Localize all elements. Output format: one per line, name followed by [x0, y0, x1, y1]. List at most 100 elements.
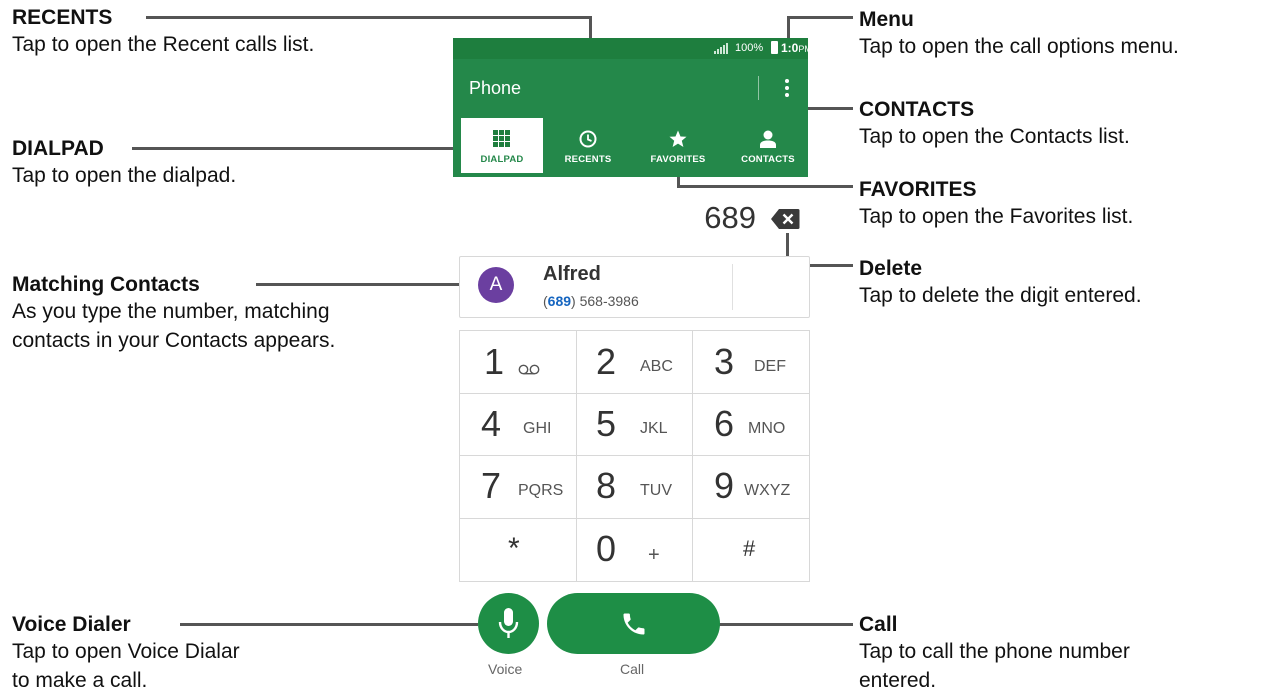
- contact-name: Alfred: [543, 263, 601, 285]
- app-bar: Phone: [453, 59, 808, 118]
- callout-call: Call Tap to call the phone number entere…: [859, 613, 1130, 695]
- tab-label: RECENTS: [564, 154, 612, 165]
- key-8[interactable]: 8 TUV: [576, 455, 692, 517]
- key-digit: 9: [714, 465, 735, 506]
- number-rest: ) 568-3986: [571, 293, 639, 309]
- app-title: Phone: [469, 78, 522, 98]
- callout-recents: RECENTS Tap to open the Recent calls lis…: [12, 6, 314, 59]
- callout-description: Tap to open the Recent calls list.: [12, 33, 315, 56]
- clock-time: 1:0: [781, 41, 799, 55]
- phone-icon: [623, 613, 645, 635]
- tab-contacts[interactable]: CONTACTS: [723, 118, 813, 177]
- callout-description: Tap to open the Favorites list.: [859, 205, 1134, 228]
- key-digit: 3: [714, 341, 735, 382]
- callout-title: FAVORITES: [859, 178, 977, 201]
- clock-ampm: PM: [798, 44, 812, 54]
- key-letters: TUV: [640, 482, 672, 499]
- matching-contact-card[interactable]: A Alfred (689) 568-3986: [459, 256, 810, 318]
- tab-favorites[interactable]: FAVORITES: [633, 118, 723, 177]
- callout-contacts: CONTACTS Tap to open the Contacts list.: [859, 98, 1130, 151]
- clock-icon: [579, 130, 597, 148]
- key-digit: 7: [481, 465, 502, 506]
- number-match-highlight: 689: [547, 293, 572, 309]
- key-digit: 5: [596, 403, 617, 444]
- status-bar: 100% 1:0PM: [453, 38, 812, 59]
- key-9[interactable]: 9 WXYZ: [692, 455, 808, 517]
- callout-title: Menu: [859, 8, 914, 31]
- callout-description: As you type the number, matching: [12, 300, 330, 323]
- tab-label: CONTACTS: [741, 154, 795, 165]
- callout-description: to make a call.: [12, 669, 148, 692]
- key-3[interactable]: 3 DEF: [692, 331, 808, 393]
- dialpad-grid-icon: [493, 130, 510, 147]
- key-letters: JKL: [640, 420, 668, 437]
- more-vertical-icon: [785, 86, 789, 90]
- leader-line-favorites: [677, 185, 853, 188]
- tab-label: FAVORITES: [650, 154, 706, 165]
- key-pound[interactable]: #: [692, 518, 808, 580]
- key-digit: 1: [484, 341, 505, 382]
- callout-description: Tap to open the Contacts list.: [859, 125, 1130, 148]
- key-4[interactable]: 4 GHI: [460, 393, 576, 455]
- key-letters: PQRS: [518, 482, 564, 499]
- voice-dialer-button[interactable]: [478, 593, 539, 654]
- leader-line-menu: [787, 16, 853, 19]
- key-digit: *: [508, 532, 520, 565]
- key-2[interactable]: 2 ABC: [576, 331, 692, 393]
- voice-button-caption: Voice: [488, 661, 523, 677]
- key-digit: #: [743, 536, 756, 561]
- battery-level: 100%: [735, 42, 764, 54]
- key-7[interactable]: 7 PQRS: [460, 455, 576, 517]
- key-5[interactable]: 5 JKL: [576, 393, 692, 455]
- leader-line-matching: [256, 283, 460, 286]
- battery-icon: [771, 41, 778, 54]
- tab-dialpad[interactable]: DIALPAD: [457, 118, 547, 177]
- callout-favorites: FAVORITES Tap to open the Favorites list…: [859, 178, 1133, 231]
- leader-line-recents: [146, 16, 591, 19]
- more-vertical-icon: [785, 93, 789, 97]
- key-letters: +: [648, 544, 660, 566]
- callout-description: entered.: [859, 669, 937, 692]
- callout-description: Tap to open the call options menu.: [859, 35, 1179, 58]
- callout-description: Tap to delete the digit entered.: [859, 284, 1142, 307]
- contact-number: (689) 568-3986: [543, 293, 639, 309]
- microphone-icon: [498, 608, 519, 638]
- menu-button[interactable]: [779, 78, 795, 100]
- tab-label: DIALPAD: [480, 154, 524, 165]
- callout-description: Tap to open Voice Dialar: [12, 640, 240, 663]
- backspace-icon[interactable]: [770, 208, 800, 230]
- callout-title: Call: [859, 613, 898, 636]
- key-digit: 6: [714, 403, 735, 444]
- more-vertical-icon: [785, 79, 789, 83]
- key-digit: 0: [596, 528, 617, 569]
- keypad: 1 2 ABC 3 DEF 4 GHI 5 JKL 6 MNO 7 PQRS 8…: [459, 330, 810, 582]
- key-digit: 4: [481, 403, 502, 444]
- voicemail-icon: [518, 364, 540, 375]
- call-button[interactable]: [547, 593, 720, 654]
- key-letters: MNO: [748, 420, 786, 437]
- key-letters: GHI: [523, 420, 552, 437]
- call-button-caption: Call: [620, 661, 645, 677]
- key-6[interactable]: 6 MNO: [692, 393, 808, 455]
- key-star[interactable]: *: [460, 518, 576, 580]
- avatar: A: [478, 267, 514, 303]
- callout-menu: Menu Tap to open the call options menu.: [859, 8, 1179, 61]
- leader-line-voice: [180, 623, 478, 626]
- callout-description: contacts in your Contacts appears.: [12, 329, 336, 352]
- key-digit: 8: [596, 465, 617, 506]
- key-1[interactable]: 1: [460, 331, 576, 393]
- tab-recents[interactable]: RECENTS: [543, 118, 633, 177]
- callout-description: Tap to call the phone number: [859, 640, 1130, 663]
- clock: 1:0PM: [781, 41, 812, 55]
- key-letters: WXYZ: [744, 482, 791, 499]
- key-letters: DEF: [754, 358, 786, 375]
- key-digit: 2: [596, 341, 617, 382]
- divider: [758, 76, 759, 100]
- callout-title: CONTACTS: [859, 98, 975, 121]
- tab-bar: DIALPAD RECENTS FAVORITES CONTACTS: [453, 118, 808, 177]
- star-icon: [669, 130, 687, 147]
- callout-delete: Delete Tap to delete the digit entered.: [859, 257, 1142, 310]
- key-letters: ABC: [640, 358, 673, 375]
- key-0[interactable]: 0 +: [576, 518, 692, 580]
- dialed-number[interactable]: 689: [666, 200, 756, 236]
